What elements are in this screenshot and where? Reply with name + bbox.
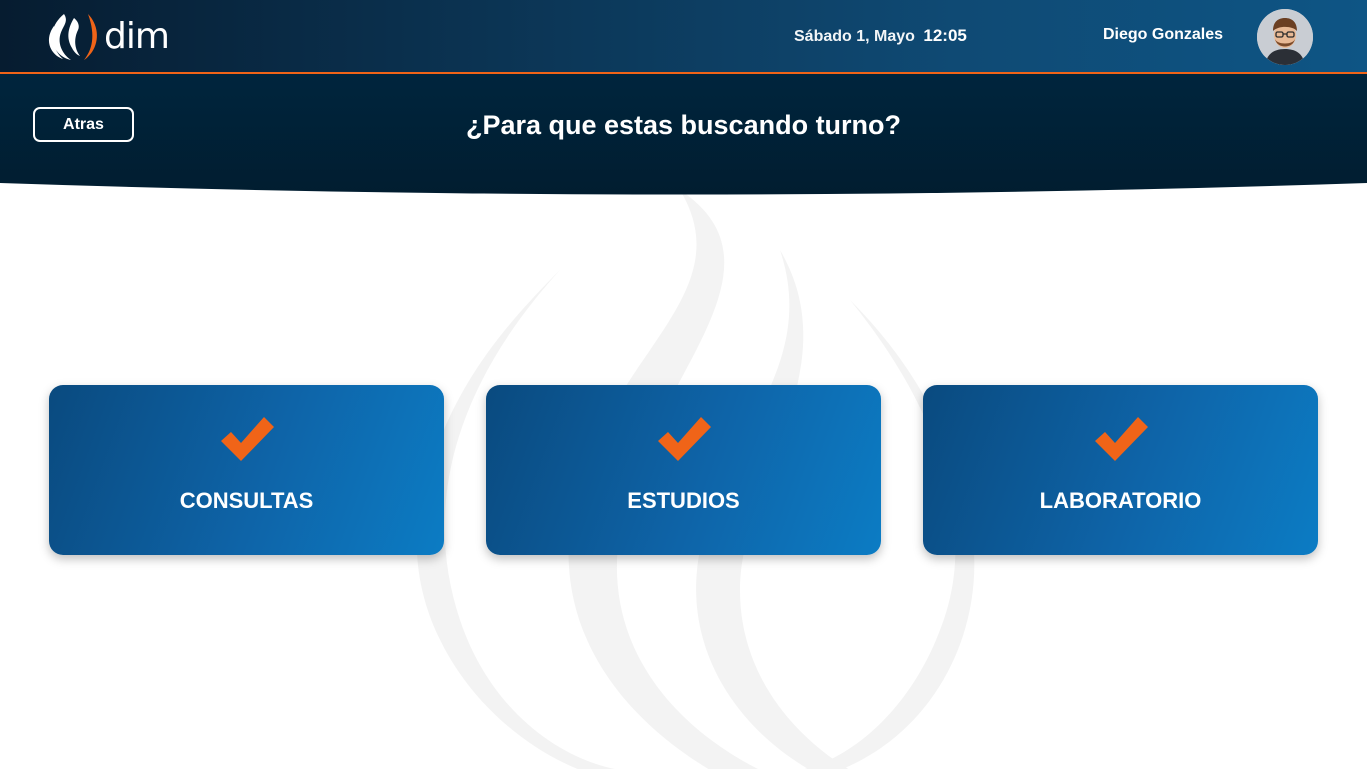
- date-time: Sábado 1, Mayo 12:05: [794, 26, 967, 46]
- option-card-estudios[interactable]: ESTUDIOS: [486, 385, 881, 555]
- option-label: LABORATORIO: [1039, 488, 1202, 513]
- app-screen: dim Sábado 1, Mayo 12:05 Diego Gonzales: [0, 0, 1367, 769]
- current-time: 12:05: [923, 26, 967, 45]
- top-bar: dim Sábado 1, Mayo 12:05 Diego Gonzales: [0, 0, 1367, 74]
- avatar[interactable]: [1257, 9, 1313, 65]
- flame-logo-icon: [48, 14, 97, 60]
- option-label: ESTUDIOS: [627, 488, 740, 513]
- check-icon: [1095, 417, 1148, 461]
- current-date: Sábado 1, Mayo: [794, 28, 915, 45]
- page-title: ¿Para que estas buscando turno?: [465, 110, 902, 140]
- option-card-laboratorio[interactable]: LABORATORIO: [923, 385, 1318, 555]
- option-card-consultas[interactable]: CONSULTAS: [49, 385, 444, 555]
- user-photo-icon: [1257, 9, 1313, 65]
- check-icon: [221, 417, 274, 461]
- check-icon: [658, 417, 711, 461]
- user-name: Diego Gonzales: [1103, 26, 1224, 43]
- option-label: CONSULTAS: [179, 488, 314, 513]
- app-logo[interactable]: dim: [44, 10, 170, 62]
- logo-text: dim: [104, 15, 170, 57]
